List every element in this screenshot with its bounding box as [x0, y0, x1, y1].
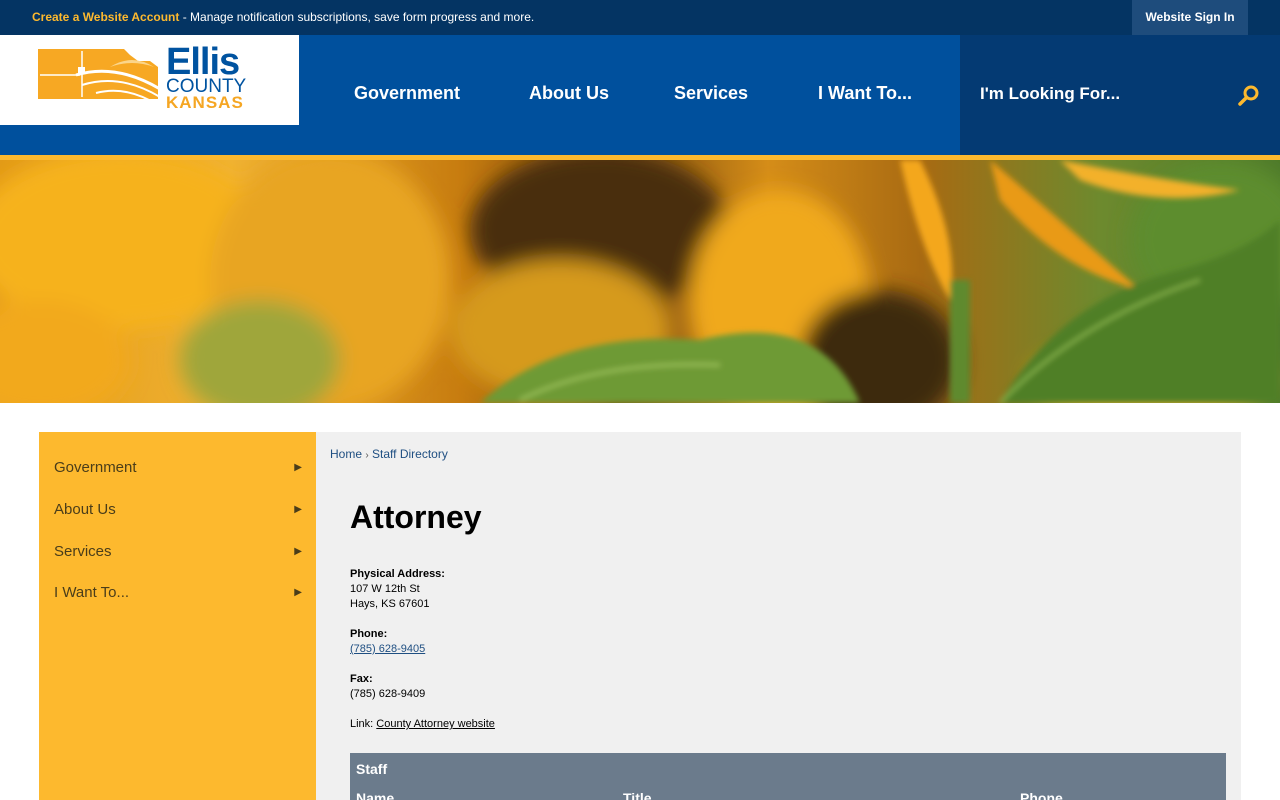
fax-block: Fax: (785) 628-9409 [350, 672, 425, 702]
kansas-map-logo-icon [38, 49, 161, 106]
address-line-2: Hays, KS 67601 [350, 598, 430, 610]
sidebar-item-services[interactable]: Services ▶ [54, 543, 302, 563]
breadcrumb-home[interactable]: Home [330, 447, 362, 461]
fax-number: (785) 628-9409 [350, 688, 426, 700]
sidebar-item-about-us[interactable]: About Us ▶ [54, 501, 302, 521]
sidebar-item-i-want-to[interactable]: I Want To... ▶ [54, 584, 302, 604]
column-header-name[interactable]: Name [356, 790, 394, 800]
nav-i-want-to[interactable]: I Want To... [818, 83, 912, 104]
sidebar-item-label: About Us [54, 501, 116, 518]
expand-arrow-icon[interactable]: ▶ [294, 546, 302, 557]
nav-government[interactable]: Government [354, 83, 460, 104]
page-title: Attorney [350, 499, 482, 535]
create-account-link[interactable]: Create a Website Account [32, 10, 179, 24]
expand-arrow-icon[interactable]: ▶ [294, 587, 302, 598]
phone-link[interactable]: (785) 628-9405 [350, 643, 425, 655]
breadcrumb-separator: › [365, 450, 369, 461]
logo-line-ellis: Ellis [166, 41, 240, 83]
website-link-block: Link: County Attorney website [350, 717, 495, 732]
county-attorney-website-link[interactable]: County Attorney website [376, 718, 495, 730]
staff-table-caption: Staff [356, 761, 388, 777]
main-navigation: Government About Us Services I Want To..… [299, 35, 960, 155]
column-header-title[interactable]: Title [623, 790, 652, 800]
account-message: Create a Website Account - Manage notifi… [32, 10, 534, 24]
search-icon[interactable] [1238, 85, 1260, 112]
phone-label: Phone: [350, 628, 388, 640]
column-header-phone[interactable]: Phone [1020, 790, 1063, 800]
logo[interactable]: Ellis COUNTY KANSAS [0, 35, 299, 125]
sign-in-button[interactable]: Website Sign In [1132, 0, 1248, 35]
sidebar-item-government[interactable]: Government ▶ [54, 459, 302, 479]
sidebar-item-label: I Want To... [54, 584, 130, 601]
link-label: Link: [350, 718, 377, 730]
nav-about-us[interactable]: About Us [529, 83, 609, 104]
expand-arrow-icon[interactable]: ▶ [294, 462, 302, 473]
nav-services[interactable]: Services [674, 83, 748, 104]
breadcrumb-staff-directory[interactable]: Staff Directory [372, 447, 448, 461]
address-label: Physical Address: [350, 568, 445, 580]
site-header: Ellis COUNTY KANSAS Government About Us … [0, 35, 1280, 155]
search-input[interactable]: I'm Looking For... [980, 84, 1120, 104]
address-line-1: 107 W 12th St [350, 583, 420, 595]
utility-bar: Create a Website Account - Manage notifi… [0, 0, 1280, 35]
phone-block: Phone: (785) 628-9405 [350, 627, 425, 657]
sidebar-item-label: Services [54, 543, 112, 560]
logo-line-kansas: KANSAS [166, 93, 244, 112]
logo-wordmark: Ellis COUNTY KANSAS [166, 41, 246, 112]
fax-label: Fax: [350, 673, 373, 685]
account-message-text: - Manage notification subscriptions, sav… [179, 10, 535, 24]
main-content: Home › Staff Directory Attorney Physical… [316, 432, 1241, 800]
address-block: Physical Address: 107 W 12th St Hays, KS… [350, 567, 445, 612]
search-box[interactable]: I'm Looking For... [960, 35, 1280, 155]
sidebar-item-label: Government [54, 459, 137, 476]
breadcrumb: Home › Staff Directory [330, 447, 448, 461]
sunflower-banner-image [0, 160, 1280, 403]
staff-table: Staff Name Title Phone [350, 753, 1226, 800]
expand-arrow-icon[interactable]: ▶ [294, 504, 302, 515]
secondary-navigation: Government ▶ About Us ▶ Services ▶ I Wan… [39, 432, 316, 800]
